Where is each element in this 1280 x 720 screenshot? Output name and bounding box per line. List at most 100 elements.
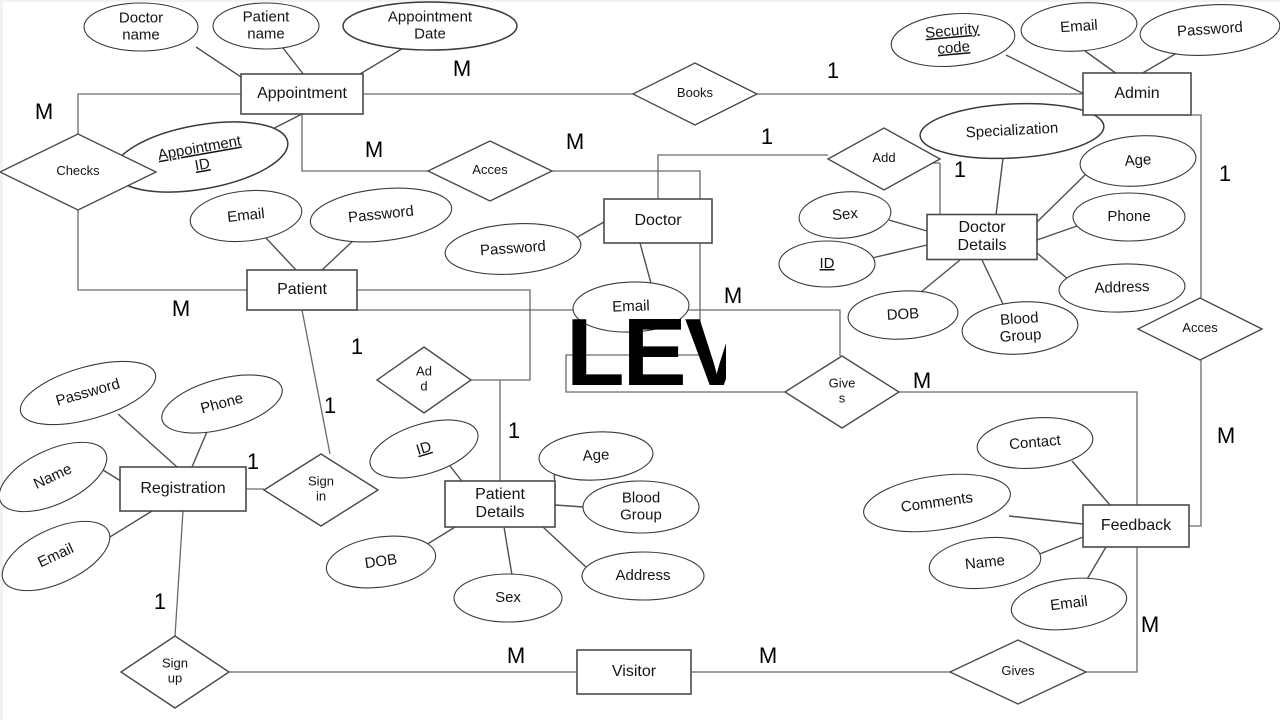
attribute-dd_specialization[interactable]: Specialization bbox=[919, 99, 1106, 163]
cardinality-card-signin-1: 1 bbox=[324, 393, 336, 418]
attribute-appt_date[interactable]: Appointment Date bbox=[342, 1, 518, 51]
entity-doctor[interactable]: Doctor bbox=[603, 198, 713, 244]
svg-text:Feedback: Feedback bbox=[1101, 517, 1172, 534]
svg-text:PatientDetails: Patient Details bbox=[475, 486, 525, 521]
svg-text:Visitor: Visitor bbox=[612, 663, 657, 680]
attribute-fb_comments[interactable]: Comments bbox=[860, 466, 1014, 540]
attribute-fb_name[interactable]: Name bbox=[927, 532, 1044, 593]
entity-registration[interactable]: Registration bbox=[119, 466, 247, 512]
cardinality-card-checks-top-m: M bbox=[35, 99, 53, 124]
svg-text:Doctorname: Doctor name bbox=[119, 9, 163, 43]
attribute-link-l-adate-appt bbox=[359, 46, 406, 75]
attribute-link-l-pemail-pat bbox=[265, 237, 297, 271]
cardinality-card-gives-lo-m: M bbox=[1141, 612, 1159, 637]
attribute-pd_age[interactable]: Age bbox=[538, 429, 654, 483]
attribute-appt_patient_name[interactable]: Patient name bbox=[212, 2, 320, 50]
relationship-checks[interactable]: Checks bbox=[0, 133, 158, 211]
cardinality-card-acces-fb-m: M bbox=[1217, 423, 1235, 448]
attribute-dd_sex[interactable]: Sex bbox=[797, 188, 893, 242]
attribute-admin_email[interactable]: Email bbox=[1019, 0, 1138, 55]
connection-c-reg-signup bbox=[174, 510, 184, 637]
attribute-link-l-id-dd bbox=[871, 244, 928, 259]
attribute-link-l-remail-reg bbox=[104, 510, 153, 541]
attribute-admin_password[interactable]: Password bbox=[1138, 0, 1280, 60]
relationship-add_pat[interactable]: Ad d bbox=[375, 346, 473, 414]
attribute-link-l-addr-dd bbox=[1036, 252, 1070, 281]
entity-visitor[interactable]: Visitor bbox=[576, 649, 692, 695]
cardinality-card-books-admin-1: 1 bbox=[827, 58, 839, 83]
svg-text:Patientname: Patient name bbox=[243, 8, 291, 42]
attribute-patient_email[interactable]: Email bbox=[188, 185, 305, 246]
entity-patient[interactable]: Patient bbox=[246, 269, 358, 311]
cardinality-card-admin-acces-1: 1 bbox=[1219, 161, 1231, 186]
attribute-dd_dob[interactable]: DOB bbox=[847, 288, 959, 342]
svg-text:Address: Address bbox=[615, 567, 670, 584]
entity-appointment[interactable]: Appointment bbox=[240, 73, 364, 115]
attribute-pd_sex[interactable]: Sex bbox=[453, 573, 563, 623]
attribute-reg_email[interactable]: Email bbox=[0, 507, 120, 605]
cardinality-card-add-pd-1: 1 bbox=[508, 418, 520, 443]
svg-text:Address: Address bbox=[1094, 278, 1150, 297]
cardinality-card-acces-right-m: M bbox=[566, 129, 584, 154]
attribute-link-l-pdaddr-pd bbox=[542, 526, 588, 569]
cardinality-card-visitor-right-m: M bbox=[759, 643, 777, 668]
attribute-link-l-dob-dd bbox=[920, 259, 961, 293]
relationship-gives_lo[interactable]: Gives bbox=[948, 639, 1088, 705]
attribute-link-l-phone-dd bbox=[1036, 225, 1078, 241]
relationship-signup[interactable]: Sign up bbox=[119, 635, 231, 709]
attribute-dd_phone[interactable]: Phone bbox=[1072, 192, 1186, 242]
svg-text:Books: Books bbox=[677, 85, 714, 100]
attribute-doctor_password[interactable]: Password bbox=[443, 219, 582, 278]
attribute-pd_address[interactable]: Address bbox=[581, 551, 705, 601]
attribute-fb_contact[interactable]: Contact bbox=[975, 413, 1095, 473]
attribute-reg_phone[interactable]: Phone bbox=[156, 364, 289, 444]
svg-text:DOB: DOB bbox=[886, 305, 919, 324]
cardinality-card-visitor-left-m: M bbox=[507, 643, 525, 668]
attribute-dd_address[interactable]: Address bbox=[1058, 262, 1186, 314]
attribute-link-l-spec-dd bbox=[995, 157, 1004, 216]
cardinality-card-add-dd-1: 1 bbox=[954, 157, 966, 182]
svg-text:Sex: Sex bbox=[831, 205, 859, 224]
attribute-pd_dob[interactable]: DOB bbox=[323, 530, 439, 595]
attribute-patient_password[interactable]: Password bbox=[308, 182, 455, 249]
relationship-gives_up[interactable]: Give s bbox=[783, 355, 901, 429]
attribute-pd_id[interactable]: ID bbox=[363, 409, 485, 490]
attribute-pd_blood[interactable]: Blood Group bbox=[582, 480, 700, 534]
attribute-appt_id[interactable]: AppointmentID bbox=[109, 110, 293, 204]
attribute-reg_password[interactable]: Password bbox=[14, 349, 163, 438]
attribute-dd_age[interactable]: Age bbox=[1078, 132, 1197, 190]
svg-text:Email: Email bbox=[1060, 17, 1099, 37]
entity-admin[interactable]: Admin bbox=[1082, 72, 1192, 116]
attribute-admin_seccode[interactable]: Securitycode bbox=[889, 9, 1017, 72]
attribute-fb_email[interactable]: Email bbox=[1008, 572, 1129, 636]
relationship-signin[interactable]: Sign in bbox=[262, 453, 380, 527]
attribute-link-l-fbcomm-fb bbox=[1008, 515, 1084, 525]
svg-text:Acces: Acces bbox=[472, 162, 508, 177]
attribute-link-l-fbname-fb bbox=[1036, 536, 1084, 556]
attribute-link-l-fbcont-fb bbox=[1071, 460, 1111, 506]
watermark-text: LEV bbox=[566, 305, 726, 393]
entity-feedback[interactable]: Feedback bbox=[1082, 504, 1190, 548]
er-diagram-canvas: Doctor name Patient name Appointment Date Appo… bbox=[0, 0, 1280, 720]
entity-doctor_details[interactable]: Doctor Details bbox=[926, 213, 1038, 261]
attribute-link-l-sex-dd bbox=[888, 219, 928, 232]
relationship-books[interactable]: Books bbox=[631, 62, 759, 126]
cardinality-card-appt-books-m: M bbox=[453, 56, 471, 81]
attribute-dd_blood[interactable]: BloodGroup bbox=[960, 298, 1079, 358]
cardinality-card-add-doc-1: 1 bbox=[761, 124, 773, 149]
svg-text:Age: Age bbox=[582, 446, 610, 464]
attribute-dd_id[interactable]: ID bbox=[778, 240, 876, 288]
svg-text:Doctor: Doctor bbox=[634, 212, 682, 229]
entity-patient_details[interactable]: Patient Details bbox=[444, 480, 556, 528]
svg-text:Registration: Registration bbox=[140, 480, 225, 497]
relationship-acces_top[interactable]: Acces bbox=[426, 140, 554, 202]
svg-text:Age: Age bbox=[1124, 151, 1152, 170]
attribute-link-l-blood-dd bbox=[981, 259, 1004, 305]
attribute-appt_doctor_name[interactable]: Doctor name bbox=[83, 2, 199, 52]
attribute-link-l-pname-appt bbox=[282, 47, 305, 76]
attribute-link-l-pdsex-pd bbox=[503, 526, 513, 576]
attribute-link-l-aemail-admin bbox=[1084, 50, 1118, 75]
svg-text:Patient: Patient bbox=[277, 281, 327, 298]
attribute-reg_name[interactable]: Name bbox=[0, 428, 117, 526]
attribute-link-l-pdblood-pd bbox=[554, 504, 585, 508]
